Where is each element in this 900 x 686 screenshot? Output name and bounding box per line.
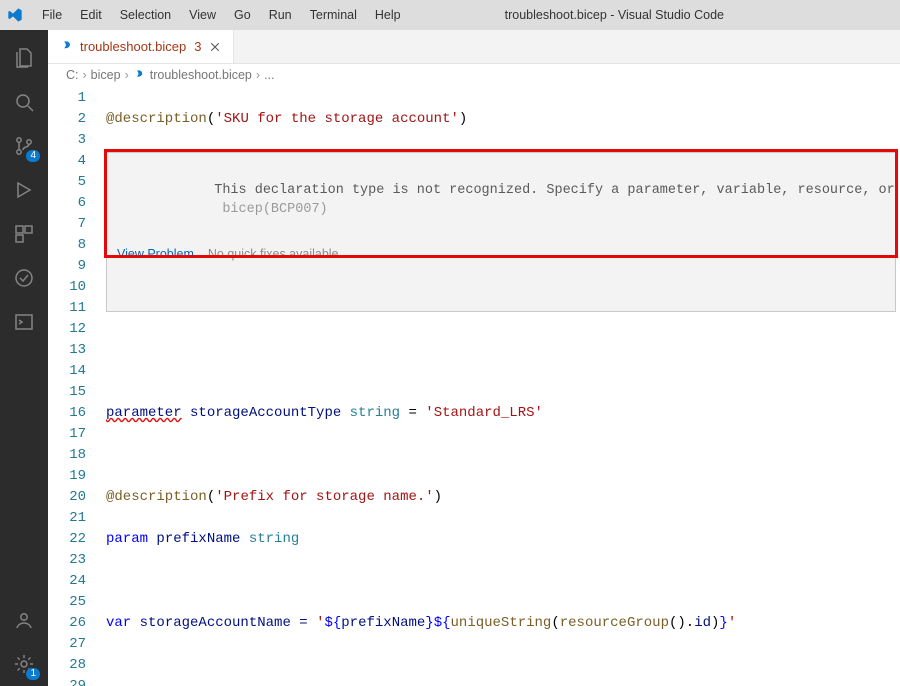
- tab-troubleshoot-bicep[interactable]: troubleshoot.bicep 3: [48, 30, 234, 63]
- search-icon: [12, 90, 36, 114]
- menu-help[interactable]: Help: [367, 4, 409, 26]
- activity-search[interactable]: [0, 80, 48, 124]
- chevron-right-icon: ›: [256, 68, 260, 82]
- menu-terminal[interactable]: Terminal: [302, 4, 365, 26]
- breadcrumb[interactable]: C: › bicep › troubleshoot.bicep › ...: [48, 64, 900, 86]
- chevron-right-icon: ›: [125, 68, 129, 82]
- menu-run[interactable]: Run: [261, 4, 300, 26]
- problem-message: This declaration type is not recognized.…: [214, 183, 900, 198]
- settings-badge: 1: [26, 668, 40, 680]
- breadcrumb-seg-folder[interactable]: bicep: [91, 68, 121, 82]
- view-problem-link[interactable]: View Problem: [117, 245, 194, 263]
- chevron-right-icon: ›: [83, 68, 87, 82]
- activity-bar: 4 1: [0, 30, 48, 686]
- close-icon: [209, 41, 221, 53]
- no-quick-fix-label: No quick fixes available: [208, 245, 339, 263]
- breadcrumb-seg-root[interactable]: C:: [66, 68, 79, 82]
- menu-selection[interactable]: Selection: [112, 4, 179, 26]
- code-content[interactable]: @description('SKU for the storage accoun…: [100, 86, 900, 686]
- extensions-icon: [12, 222, 36, 246]
- problem-code: bicep(BCP007): [222, 202, 327, 217]
- scm-badge: 4: [26, 150, 40, 162]
- bicep-file-icon: [60, 40, 74, 54]
- activity-source-control[interactable]: 4: [0, 124, 48, 168]
- title-bar: File Edit Selection View Go Run Terminal…: [0, 0, 900, 30]
- activity-testing[interactable]: [0, 256, 48, 300]
- tab-bar: troubleshoot.bicep 3: [48, 30, 900, 64]
- activity-terminal[interactable]: [0, 300, 48, 344]
- code-editor[interactable]: 1 2 3 4 5 6 7 8 9 10 11 12 13 14 15 16 1: [48, 86, 900, 686]
- menu-edit[interactable]: Edit: [72, 4, 110, 26]
- files-icon: [12, 46, 36, 70]
- problem-hover-popup: This declaration type is not recognized.…: [106, 152, 896, 312]
- breadcrumb-seg-symbol[interactable]: ...: [264, 68, 274, 82]
- bicep-file-icon: [133, 68, 146, 82]
- activity-settings[interactable]: 1: [0, 642, 48, 686]
- terminal-icon: [12, 310, 36, 334]
- activity-explorer[interactable]: [0, 36, 48, 80]
- breadcrumb-seg-file[interactable]: troubleshoot.bicep: [150, 68, 252, 82]
- tab-problem-count: 3: [194, 39, 201, 54]
- activity-accounts[interactable]: [0, 598, 48, 642]
- line-number-gutter: 1 2 3 4 5 6 7 8 9 10 11 12 13 14 15 16 1: [48, 86, 100, 686]
- menu-view[interactable]: View: [181, 4, 224, 26]
- beaker-check-icon: [12, 266, 36, 290]
- activity-extensions[interactable]: [0, 212, 48, 256]
- play-bug-icon: [12, 178, 36, 202]
- activity-run-debug[interactable]: [0, 168, 48, 212]
- tab-label: troubleshoot.bicep: [80, 39, 186, 54]
- menu-go[interactable]: Go: [226, 4, 259, 26]
- account-icon: [12, 608, 36, 632]
- tab-close-button[interactable]: [207, 39, 223, 55]
- vscode-logo-icon: [6, 6, 24, 24]
- window-title: troubleshoot.bicep - Visual Studio Code: [409, 8, 900, 22]
- menu-bar: File Edit Selection View Go Run Terminal…: [34, 4, 409, 26]
- editor-group: troubleshoot.bicep 3 C: › bicep › troubl…: [48, 30, 900, 686]
- menu-file[interactable]: File: [34, 4, 70, 26]
